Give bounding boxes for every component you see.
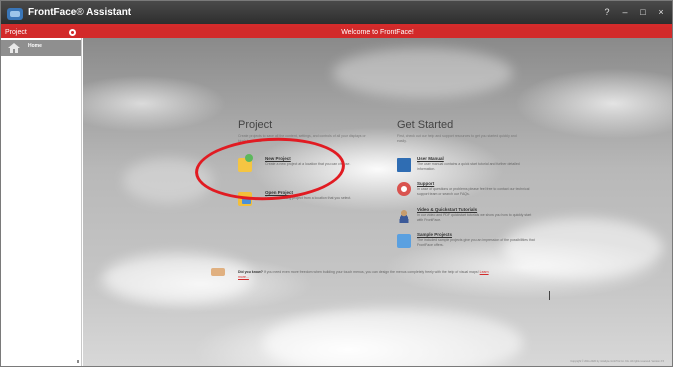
tutorials-link[interactable]: Video & Quickstart Tutorials In our vide… (417, 207, 547, 231)
app-logo-icon (7, 8, 23, 20)
app-title-brand: FrontFace (28, 7, 77, 18)
welcome-title: Welcome to FrontFace! (341, 29, 414, 36)
app-title-reg: ® (76, 7, 84, 18)
help-button[interactable]: ? (602, 7, 612, 17)
sidebar-item-home[interactable]: Home (1, 40, 81, 56)
support-desc: In case of questions or problems please … (417, 187, 530, 196)
tutorials-person-icon[interactable] (397, 209, 411, 223)
tip-text: If you need even more freedom when build… (262, 270, 480, 274)
welcome-main: Project Create projects to save all the … (83, 38, 672, 366)
sample-projects-link[interactable]: Sample Projects The included sample proj… (417, 232, 547, 256)
background-cloud (103, 253, 253, 303)
tutorials-title[interactable]: Video & Quickstart Tutorials (417, 207, 477, 212)
sidebar: Home (1, 38, 82, 366)
tutorials-desc: In our video and PDF quickstart tutorial… (417, 213, 532, 222)
pointing-hand-icon (211, 268, 225, 276)
support-link[interactable]: Support In case of questions or problems… (417, 181, 547, 205)
sub-header: Project Welcome to FrontFace! (1, 27, 672, 38)
user-manual-title[interactable]: User Manual (417, 156, 444, 161)
did-you-know-tip: Did you know? If you need even more free… (238, 270, 498, 279)
background-cloud (333, 48, 513, 98)
background-cloud (263, 308, 523, 366)
project-panel-label: Project (5, 29, 27, 36)
user-manual-desc: The user manual contains a quick start t… (417, 162, 520, 171)
support-lifebuoy-icon[interactable] (397, 182, 411, 196)
project-section-title: Project (238, 119, 273, 131)
sample-projects-desc: The included sample projects give you an… (417, 238, 535, 247)
app-title-rest: Assistant (83, 7, 132, 18)
close-button[interactable]: × (656, 7, 666, 17)
minimize-button[interactable]: – (620, 7, 630, 17)
sidebar-resize-handle[interactable] (77, 360, 79, 363)
tip-lead: Did you know? (238, 270, 263, 274)
mouse-cursor (549, 291, 553, 300)
user-manual-link[interactable]: User Manual The user manual contains a q… (417, 156, 547, 180)
home-icon (8, 43, 20, 53)
sample-projects-icon[interactable] (397, 234, 411, 248)
get-started-section-title: Get Started (397, 119, 454, 131)
window-controls: ? – □ × (602, 7, 666, 17)
app-window: FrontFace® Assistant ? – □ × Project Wel… (0, 0, 673, 367)
get-started-section-subtitle: First, check out our help and support re… (397, 134, 517, 143)
support-title[interactable]: Support (417, 181, 434, 186)
user-manual-book-icon[interactable] (397, 158, 411, 172)
app-title: FrontFace® Assistant (28, 7, 131, 18)
gear-icon[interactable] (69, 29, 76, 36)
copyright-footer: Copyright © 2011-2020 by mirabyte GmbH &… (570, 360, 664, 363)
maximize-button[interactable]: □ (638, 7, 648, 17)
sidebar-item-label: Home (28, 43, 42, 49)
sample-projects-title[interactable]: Sample Projects (417, 232, 452, 237)
title-bar: FrontFace® Assistant ? – □ × (1, 1, 672, 27)
